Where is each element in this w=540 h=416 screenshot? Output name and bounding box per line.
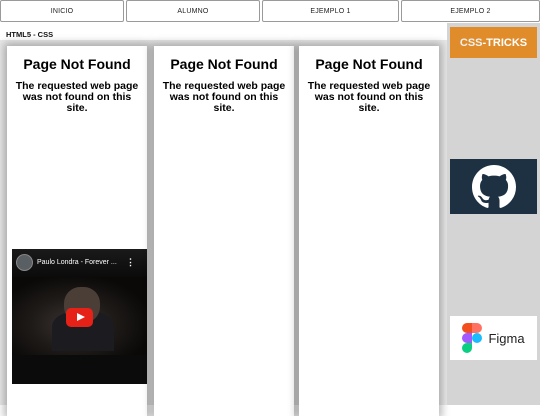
channel-avatar[interactable]	[16, 254, 33, 271]
iframe-panel-3[interactable]: Page Not Found The requested web page wa…	[299, 46, 439, 416]
panel-message: The requested web page was not found on …	[15, 80, 139, 114]
panel-heading: Page Not Found	[23, 56, 131, 72]
top-nav: INICIO ALUMNO EJEMPLO 1 EJEMPLO 2	[0, 0, 540, 23]
figma-icon	[462, 323, 483, 353]
github-logo[interactable]	[450, 159, 537, 214]
panel-message: The requested web page was not found on …	[307, 80, 431, 114]
iframe-panel-2[interactable]: Page Not Found The requested web page wa…	[154, 46, 294, 416]
nav-ejemplo1-button[interactable]: EJEMPLO 1	[262, 0, 399, 22]
panel-heading: Page Not Found	[315, 56, 423, 72]
figma-logo[interactable]: Figma	[450, 316, 537, 360]
nav-ejemplo2-button[interactable]: EJEMPLO 2	[401, 0, 540, 22]
play-icon	[77, 313, 85, 321]
nav-alumno-button[interactable]: ALUMNO	[126, 0, 260, 22]
github-icon	[471, 164, 516, 208]
css-tricks-logo[interactable]: CSS -TRICKS	[450, 27, 537, 58]
iframe-panel-1[interactable]: Page Not Found The requested web page wa…	[7, 46, 147, 416]
nav-inicio-button[interactable]: INICIO	[0, 0, 124, 22]
main-content: Page Not Found The requested web page wa…	[0, 40, 447, 416]
page-subtitle: HTML5 - CSS	[6, 30, 54, 39]
panel-message: The requested web page was not found on …	[162, 80, 286, 114]
youtube-video[interactable]: Paulo Londra - Forever ... ⋮	[12, 249, 147, 384]
video-title[interactable]: Paulo Londra - Forever ...	[37, 259, 117, 266]
css-tricks-text-suffix: -TRICKS	[482, 36, 528, 49]
css-tricks-text: CSS	[459, 36, 483, 49]
sidebar: CSS -TRICKS Figma	[447, 23, 540, 405]
video-menu-icon[interactable]: ⋮	[126, 257, 135, 268]
panel-heading: Page Not Found	[170, 56, 278, 72]
figma-label: Figma	[488, 330, 525, 346]
